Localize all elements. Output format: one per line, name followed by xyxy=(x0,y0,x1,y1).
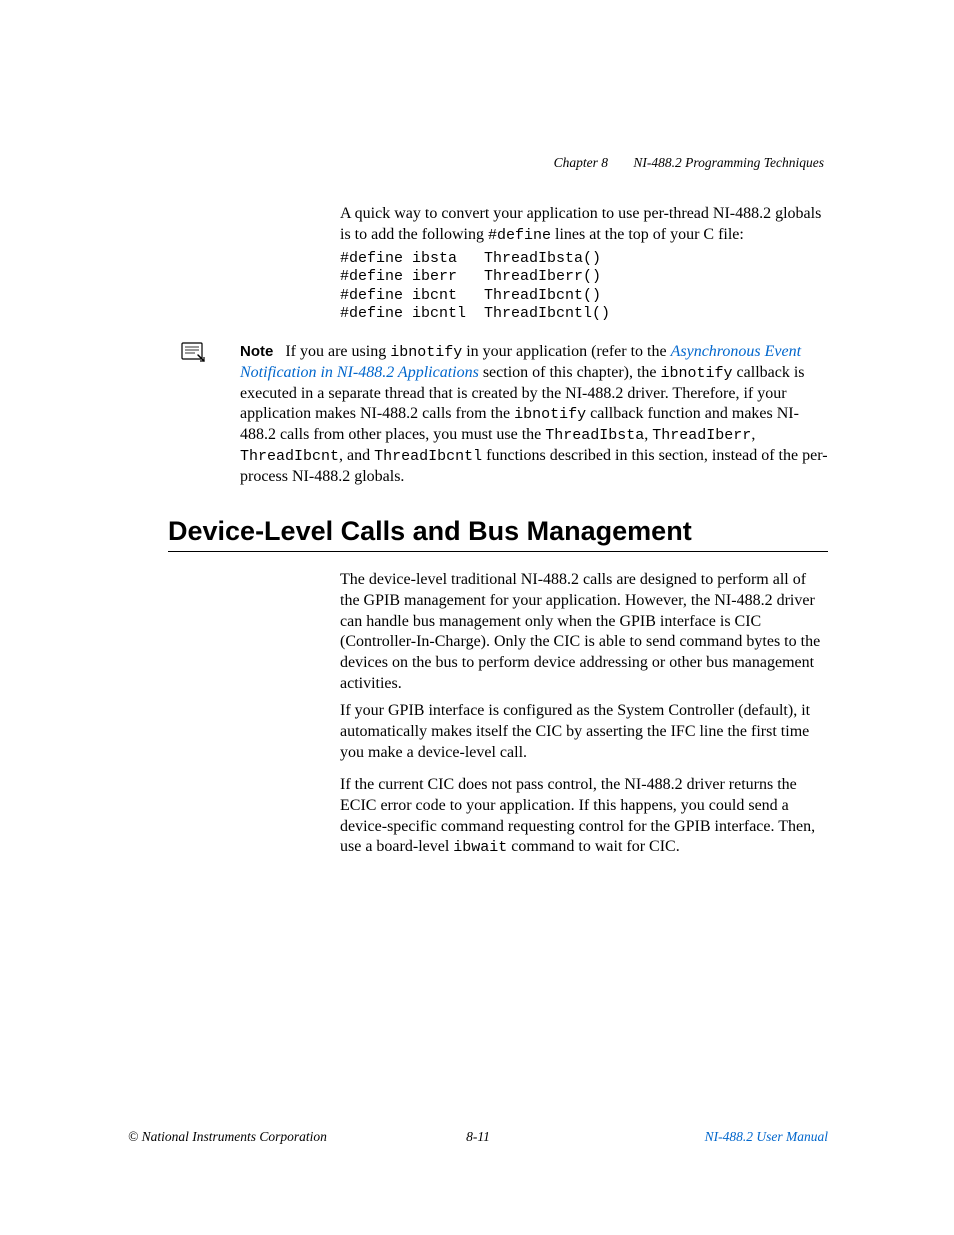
para3-c1: ibwait xyxy=(453,839,507,856)
chapter-label: Chapter 8 xyxy=(554,155,608,170)
intro-paragraph: A quick way to convert your application … xyxy=(340,204,828,246)
note-t7: , xyxy=(751,426,755,443)
note-c6: ThreadIbcnt xyxy=(240,448,339,465)
intro-text-after: lines at the top of your C file: xyxy=(551,226,744,243)
section-heading-wrap: Device-Level Calls and Bus Management xyxy=(168,516,828,552)
chapter-title: NI-488.2 Programming Techniques xyxy=(633,155,824,170)
heading-rule xyxy=(168,551,828,552)
note-t8: , and xyxy=(339,447,374,464)
section-heading: Device-Level Calls and Bus Management xyxy=(168,516,828,547)
note-c1: ibnotify xyxy=(390,344,462,361)
para3-t2: command to wait for CIC. xyxy=(507,838,679,855)
code-block: #define ibsta ThreadIbsta() #define iber… xyxy=(340,250,828,323)
paragraph-2: If your GPIB interface is configured as … xyxy=(340,701,828,763)
footer-page-number: 8-11 xyxy=(128,1129,828,1145)
note-c5: ThreadIberr xyxy=(652,427,751,444)
note-t3: section of this chapter), the xyxy=(479,364,661,381)
paragraph-1: The device-level traditional NI-488.2 ca… xyxy=(340,570,828,695)
paragraph-3: If the current CIC does not pass control… xyxy=(340,775,828,858)
note-c3: ibnotify xyxy=(514,406,586,423)
note-c2: ibnotify xyxy=(661,365,733,382)
footer: © National Instruments Corporation 8-11 … xyxy=(128,1129,828,1145)
note-c4: ThreadIbsta xyxy=(545,427,644,444)
note-label: Note xyxy=(240,343,273,360)
intro-code-word: #define xyxy=(488,227,551,244)
page: Chapter 8 NI-488.2 Programming Technique… xyxy=(0,0,954,1235)
note-t2: in your application (refer to the xyxy=(462,343,670,360)
running-header: Chapter 8 NI-488.2 Programming Technique… xyxy=(554,155,824,171)
note-icon xyxy=(180,341,206,365)
note-block: Note If you are using ibnotify in your a… xyxy=(240,342,828,488)
note-c7: ThreadIbcntl xyxy=(374,448,482,465)
note-t1: If you are using xyxy=(285,343,390,360)
